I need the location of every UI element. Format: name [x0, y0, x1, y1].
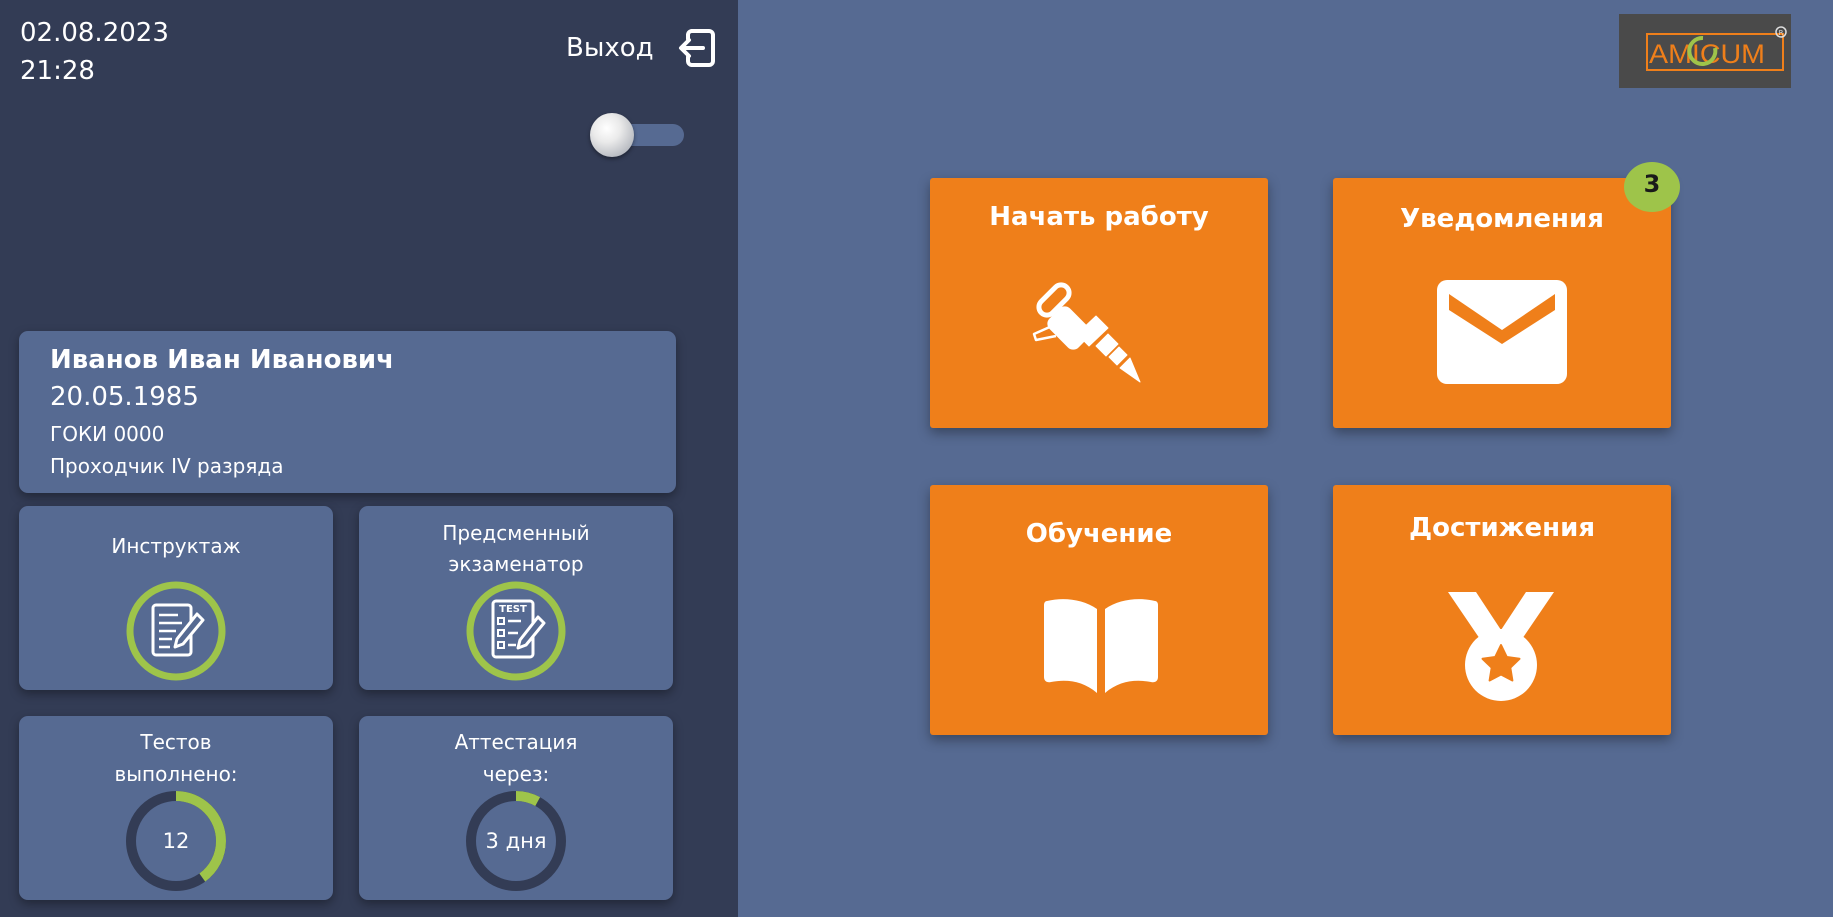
exit-label: Выход — [566, 33, 654, 63]
pre-shift-exam-card[interactable]: Предсменный экзаменатор TEST — [359, 506, 673, 690]
tests-completed-value: 12 — [162, 829, 190, 853]
learning-tile[interactable]: Обучение — [930, 485, 1268, 735]
theme-toggle[interactable] — [590, 113, 684, 157]
book-icon — [1044, 599, 1158, 693]
logout-icon — [678, 29, 715, 67]
notifications-tile[interactable]: Уведомления — [1333, 178, 1671, 428]
achievements-tile[interactable]: Достижения — [1333, 485, 1671, 735]
current-time: 21:28 — [20, 56, 95, 86]
sidebar: 02.08.2023 21:28 Выход Иванов Иван Ивано… — [0, 0, 738, 917]
test-checklist-icon: TEST — [466, 581, 566, 681]
profile-card: Иванов Иван Иванович 20.05.1985 ГОКИ 000… — [19, 331, 676, 493]
profile-organization: ГОКИ 0000 — [50, 422, 165, 446]
tests-completed-card: Тестов выполнено: 12 — [19, 716, 333, 900]
briefing-document-icon — [126, 581, 226, 681]
attestation-title-line2: через: — [482, 762, 550, 786]
briefing-title: Инструктаж — [111, 534, 241, 558]
profile-name: Иванов Иван Иванович — [50, 345, 394, 375]
tests-title-line2: выполнено: — [114, 762, 238, 786]
attestation-days-value: 3 дня — [485, 829, 547, 853]
notifications-count-badge: 3 — [1624, 162, 1680, 212]
medal-icon — [1448, 592, 1554, 701]
current-date: 02.08.2023 — [20, 18, 169, 48]
briefing-card[interactable]: Инструктаж — [19, 506, 333, 690]
jackhammer-icon — [1032, 282, 1141, 383]
exam-title-line2: экзаменатор — [448, 552, 584, 576]
attestation-title-line1: Аттестация — [454, 730, 578, 754]
learning-label: Обучение — [1025, 519, 1173, 549]
achievements-label: Достижения — [1408, 513, 1596, 543]
profile-birth-date: 20.05.1985 — [50, 382, 199, 412]
profile-position: Проходчик IV разряда — [50, 454, 284, 478]
start-work-label: Начать работу — [989, 202, 1209, 232]
test-icon-text: TEST — [499, 604, 527, 615]
toggle-knob — [590, 113, 634, 157]
notifications-label: Уведомления — [1400, 204, 1604, 234]
tests-title-line1: Тестов — [140, 730, 212, 754]
exit-button[interactable]: Выход — [566, 26, 718, 70]
envelope-icon — [1437, 280, 1567, 384]
attestation-card: Аттестация через: 3 дня — [359, 716, 673, 900]
svg-text:R: R — [1779, 29, 1784, 37]
start-work-tile[interactable]: Начать работу — [930, 178, 1268, 428]
datetime: 02.08.2023 21:28 — [20, 14, 169, 90]
exam-title-line1: Предсменный — [442, 521, 590, 545]
amicum-logo: AMICUM R — [1619, 14, 1791, 88]
